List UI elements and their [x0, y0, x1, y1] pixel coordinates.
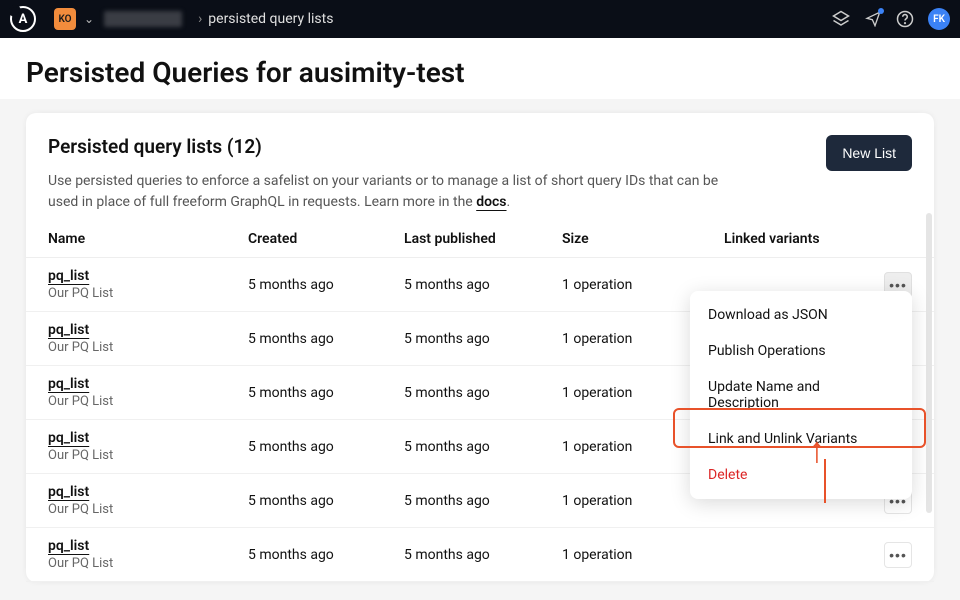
annotation-arrow-stem — [824, 459, 826, 503]
cell-last-published: 5 months ago — [404, 547, 562, 563]
card-title: Persisted query lists (12) — [48, 135, 262, 158]
cell-name: pq_list Our PQ List — [48, 268, 248, 301]
pql-description: Our PQ List — [48, 502, 248, 517]
dropdown-download-json[interactable]: Download as JSON — [690, 297, 912, 333]
avatar[interactable]: FK — [928, 8, 950, 30]
pql-name-link[interactable]: pq_list — [48, 322, 89, 338]
pql-description: Our PQ List — [48, 448, 248, 463]
dropdown-link-variants[interactable]: Link and Unlink Variants — [690, 421, 912, 457]
scrollbar[interactable] — [926, 213, 932, 513]
cell-size: 1 operation — [562, 547, 724, 563]
cell-last-published: 5 months ago — [404, 331, 562, 347]
notifications-icon[interactable] — [864, 10, 882, 28]
breadcrumb-separator: › — [198, 11, 202, 27]
dropdown-update-name[interactable]: Update Name and Description — [690, 369, 912, 421]
docs-link[interactable]: docs — [476, 194, 506, 210]
cell-name: pq_list Our PQ List — [48, 538, 248, 571]
cell-created: 5 months ago — [248, 547, 404, 563]
pql-description: Our PQ List — [48, 286, 248, 301]
col-size: Size — [562, 231, 724, 247]
org-switcher-chevron[interactable]: ⌄ — [84, 12, 94, 26]
topbar: A KO ⌄ › persisted query lists FK — [0, 0, 960, 38]
graph-name-obscured[interactable] — [104, 11, 182, 27]
table-header: Name Created Last published Size Linked … — [26, 231, 934, 258]
cell-last-published: 5 months ago — [404, 385, 562, 401]
cell-last-published: 5 months ago — [404, 277, 562, 293]
cell-name: pq_list Our PQ List — [48, 484, 248, 517]
sandbox-icon[interactable] — [832, 10, 850, 28]
col-linked-variants: Linked variants — [724, 231, 856, 247]
new-list-button[interactable]: New List — [826, 135, 912, 171]
cell-name: pq_list Our PQ List — [48, 430, 248, 463]
table-row: pq_listOur PQ List5 months ago5 months a… — [26, 528, 934, 582]
pql-card: Persisted query lists (12) New List Use … — [26, 113, 934, 582]
cell-created: 5 months ago — [248, 493, 404, 509]
cell-created: 5 months ago — [248, 439, 404, 455]
cell-last-published: 5 months ago — [404, 493, 562, 509]
col-last-published: Last published — [404, 231, 562, 247]
pql-name-link[interactable]: pq_list — [48, 268, 89, 284]
help-icon[interactable] — [896, 10, 914, 28]
pql-name-link[interactable]: pq_list — [48, 376, 89, 392]
cell-created: 5 months ago — [248, 331, 404, 347]
cell-name: pq_list Our PQ List — [48, 376, 248, 409]
cell-created: 5 months ago — [248, 385, 404, 401]
col-created: Created — [248, 231, 404, 247]
app-logo[interactable]: A — [10, 6, 36, 32]
row-actions-dropdown: Download as JSON Publish Operations Upda… — [690, 291, 912, 499]
cell-last-published: 5 months ago — [404, 439, 562, 455]
page-title: Persisted Queries for ausimity-test — [0, 38, 960, 99]
org-badge[interactable]: KO — [54, 8, 76, 30]
row-more-button[interactable]: ••• — [884, 542, 912, 568]
pql-description: Our PQ List — [48, 556, 248, 571]
pql-description: Our PQ List — [48, 340, 248, 355]
pql-name-link[interactable]: pq_list — [48, 430, 89, 446]
pql-name-link[interactable]: pq_list — [48, 484, 89, 500]
cell-name: pq_list Our PQ List — [48, 322, 248, 355]
dropdown-publish-operations[interactable]: Publish Operations — [690, 333, 912, 369]
breadcrumb-current[interactable]: persisted query lists — [208, 11, 333, 27]
cell-created: 5 months ago — [248, 277, 404, 293]
card-description: Use persisted queries to enforce a safel… — [26, 171, 766, 213]
pql-name-link[interactable]: pq_list — [48, 538, 89, 554]
col-name: Name — [48, 231, 248, 247]
dropdown-delete[interactable]: Delete — [690, 457, 912, 493]
pql-description: Our PQ List — [48, 394, 248, 409]
